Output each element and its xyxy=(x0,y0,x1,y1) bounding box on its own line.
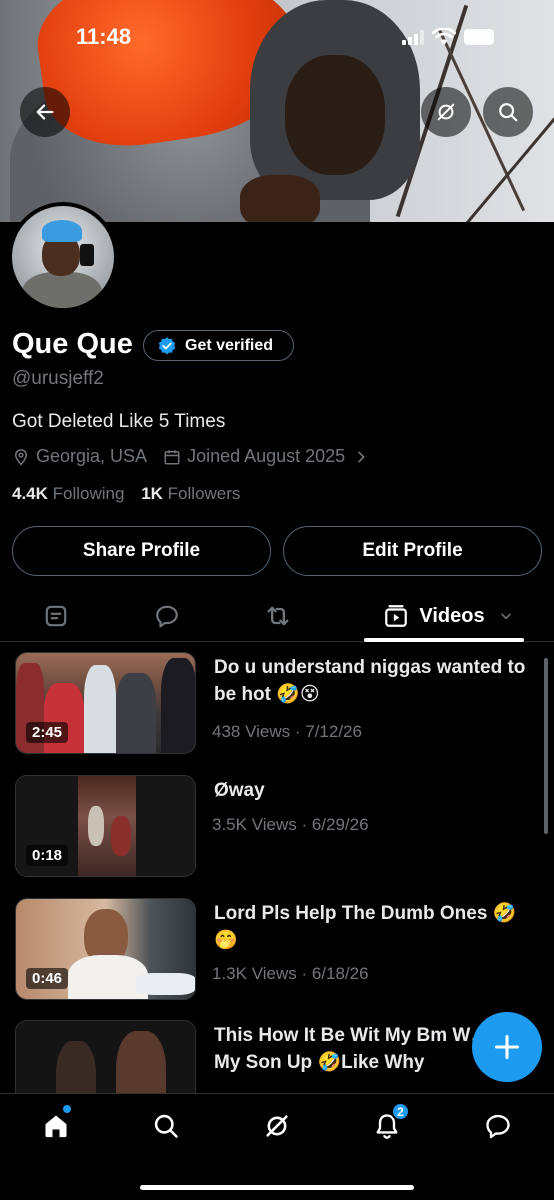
chevron-right-icon[interactable] xyxy=(353,449,369,465)
search-button[interactable] xyxy=(483,87,533,137)
grok-icon xyxy=(437,103,455,121)
replies-icon xyxy=(156,605,178,628)
status-time: 11:48 xyxy=(76,24,132,49)
get-verified-label: Get verified xyxy=(185,336,274,354)
calendar-icon xyxy=(164,449,180,464)
follow-counts: 4.4K Following 1K Followers xyxy=(12,484,240,504)
avatar-cap xyxy=(42,220,82,242)
videos-icon xyxy=(385,605,408,627)
video-thumbnail[interactable]: 0:18 xyxy=(15,775,196,877)
active-tab-indicator xyxy=(364,638,524,642)
banner-hand xyxy=(240,175,320,222)
edit-profile-button[interactable]: Edit Profile xyxy=(283,526,542,576)
reposts-icon xyxy=(267,606,289,626)
video-meta: 438 Views · 7/12/26 xyxy=(212,722,362,741)
video-duration: 0:18 xyxy=(26,845,69,866)
verified-badge-icon xyxy=(158,336,176,354)
video-meta: 3.5K Views · 6/29/26 xyxy=(212,815,369,834)
search-icon xyxy=(499,103,518,122)
grok-button[interactable] xyxy=(421,87,471,137)
banner-face xyxy=(285,55,385,175)
share-profile-button[interactable]: Share Profile xyxy=(12,526,271,576)
video-title: Øway xyxy=(214,780,265,801)
avatar[interactable] xyxy=(8,202,118,312)
bottom-navigation: 2 xyxy=(0,1093,554,1200)
nav-notifications[interactable]: 2 xyxy=(359,1102,415,1144)
get-verified-button[interactable]: Get verified xyxy=(143,330,294,361)
tab-videos[interactable]: Videos xyxy=(380,598,516,634)
status-bar: 11:48 xyxy=(0,22,554,54)
grok-icon xyxy=(266,1115,288,1137)
home-unread-dot xyxy=(63,1105,71,1113)
profile-tabs: Videos xyxy=(0,590,554,642)
video-item[interactable]: 2:45 Do u understand niggas wanted to be… xyxy=(0,652,554,756)
video-duration: 2:45 xyxy=(26,722,69,743)
posts-icon xyxy=(45,605,67,627)
signal-icon xyxy=(402,29,424,45)
chevron-down-icon xyxy=(500,613,511,620)
search-icon xyxy=(154,1114,178,1138)
video-title: Lord Pls Help The Dumb Ones 🤣🤭 xyxy=(214,903,517,951)
profile-meta: Georgia, USA Joined August 2025 xyxy=(12,446,369,467)
home-icon xyxy=(45,1115,67,1138)
followers-label: Followers xyxy=(167,484,241,503)
tab-videos-label: Videos xyxy=(419,604,485,627)
tab-reposts[interactable] xyxy=(250,598,306,634)
scrollbar[interactable] xyxy=(544,658,548,834)
video-item[interactable]: 0:46 Lord Pls Help The Dumb Ones 🤣🤭 1.3K… xyxy=(0,898,554,1002)
joined-text: Joined August 2025 xyxy=(187,446,346,466)
followers-link[interactable]: 1K Followers xyxy=(141,484,240,503)
nav-messages[interactable] xyxy=(470,1108,526,1144)
nav-home[interactable] xyxy=(28,1105,84,1144)
following-label: Following xyxy=(52,484,125,503)
tab-replies[interactable] xyxy=(139,598,195,634)
location-text: Georgia, USA xyxy=(36,446,148,466)
video-meta: 1.3K Views · 6/18/26 xyxy=(212,964,369,983)
tab-posts[interactable] xyxy=(28,598,84,634)
plus-icon xyxy=(494,1034,520,1060)
home-indicator xyxy=(140,1185,414,1190)
video-thumbnail[interactable]: 2:45 xyxy=(15,652,196,754)
avatar-body xyxy=(22,272,102,308)
video-title: Do u understand niggas wanted to be hot … xyxy=(214,657,526,705)
wifi-icon xyxy=(432,28,456,45)
back-button[interactable] xyxy=(20,87,70,137)
arrow-left-icon xyxy=(36,104,54,120)
compose-button[interactable] xyxy=(472,1012,542,1082)
battery-icon xyxy=(464,29,494,45)
display-name: Que Que xyxy=(12,328,133,360)
following-link[interactable]: 4.4K Following xyxy=(12,484,124,503)
video-item[interactable]: 0:18 Øway 3.5K Views · 6/29/26 xyxy=(0,775,554,879)
following-count: 4.4K xyxy=(12,484,48,503)
followers-count: 1K xyxy=(141,484,163,503)
bio: Got Deleted Like 5 Times xyxy=(12,411,226,432)
handle: @urusjeff2 xyxy=(12,368,104,389)
notifications-badge: 2 xyxy=(391,1102,410,1121)
status-icons xyxy=(402,28,494,46)
location-icon xyxy=(14,448,28,466)
messages-icon xyxy=(486,1114,510,1139)
video-thumbnail[interactable]: 0:46 xyxy=(15,898,196,1000)
nav-grok[interactable] xyxy=(249,1108,305,1144)
nav-search[interactable] xyxy=(138,1108,194,1144)
video-duration: 0:46 xyxy=(26,968,69,989)
avatar-phone xyxy=(80,244,94,266)
